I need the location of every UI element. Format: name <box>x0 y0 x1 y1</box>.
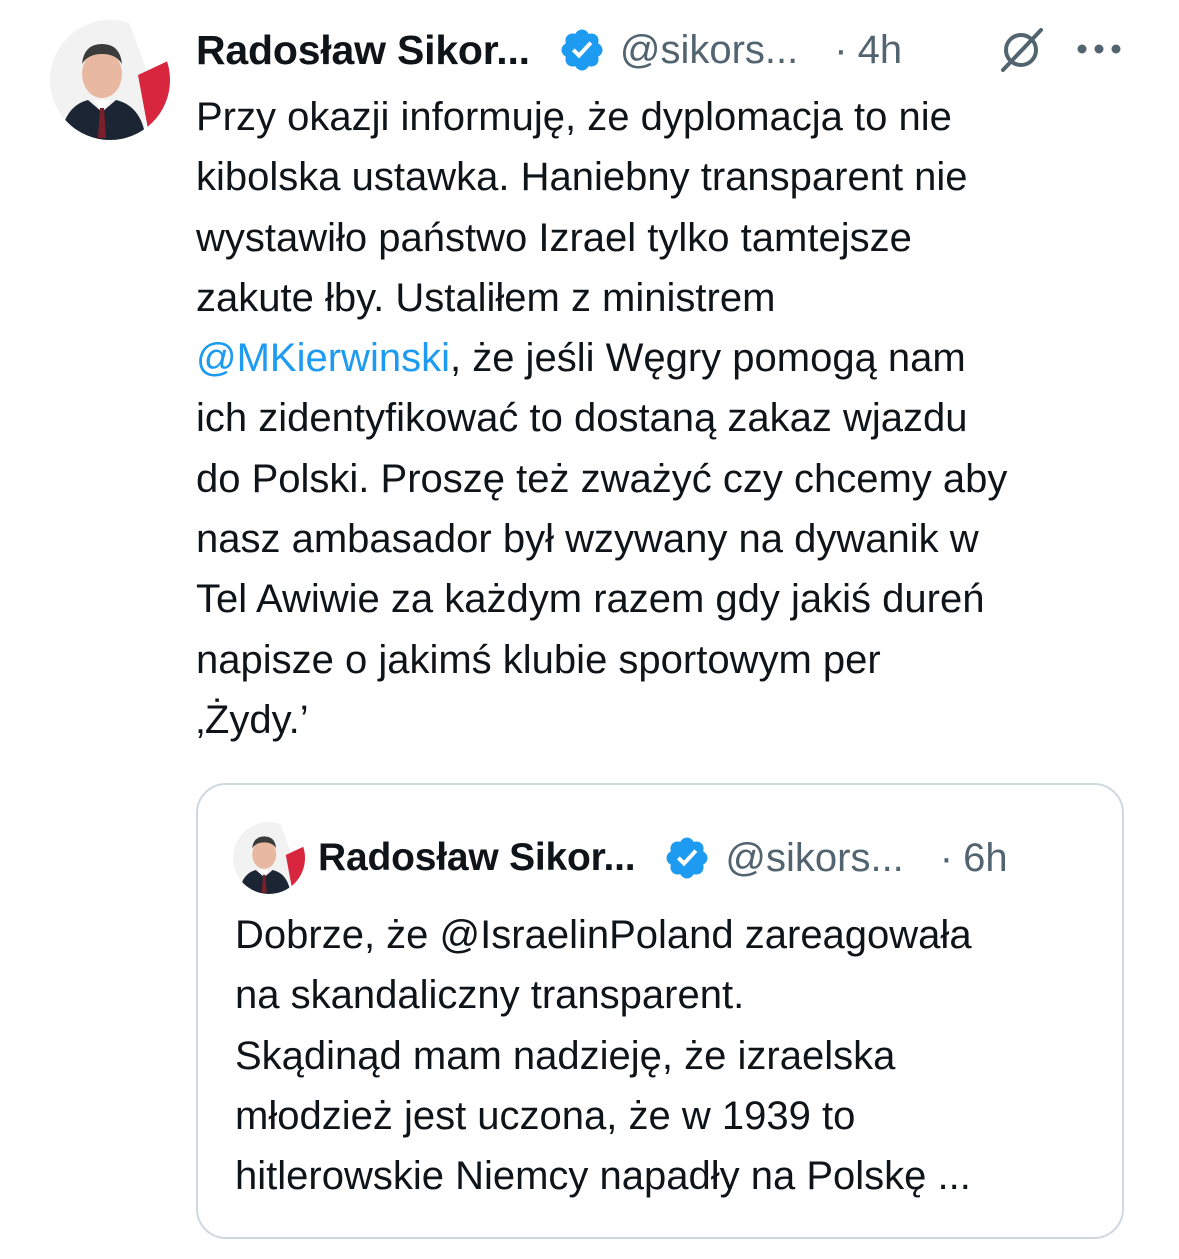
author-handle[interactable]: @sikors... <box>620 28 798 73</box>
tweet-text-line: Tel Awiwie za każdym razem gdy jakiś dur… <box>196 577 985 622</box>
tweet-text-line: zakute łby. Ustaliłem z ministrem <box>196 275 776 320</box>
tweet-text-line: ich zidentyfikować to dostaną zakaz wjaz… <box>196 396 968 441</box>
quoted-tweet-text: Dobrze, że @IsraelinPoland zareagowała n… <box>235 905 1115 1206</box>
tweet-text-line: Przy okazji informuję, że dyplomacja to … <box>196 95 952 139</box>
quoted-author-handle: @sikors... <box>725 835 904 880</box>
tweet-text-line: napisze o jakimś klubie sportowym per <box>196 637 881 682</box>
avatar-image <box>50 20 170 140</box>
grok-icon[interactable] <box>995 24 1047 76</box>
mention-link[interactable]: @MKierwinski <box>196 336 450 380</box>
avatar-image <box>233 822 305 894</box>
tweet-text-line: do Polski. Proszę też zważyć czy chcemy … <box>196 456 1008 501</box>
author-display-name[interactable]: Radosław Sikor... <box>196 27 530 74</box>
quoted-text-line: Skądinąd mam nadzieję, że izraelska <box>235 1033 896 1078</box>
quoted-tweet-timestamp: 6h <box>963 835 1008 880</box>
tweet-timestamp[interactable]: 4h <box>858 28 903 73</box>
quoted-author-avatar[interactable] <box>233 822 305 894</box>
quoted-text-line: na skandaliczny transparent. <box>235 973 745 1018</box>
quoted-author-display-name: Radosław Sikor... <box>318 836 636 879</box>
tweet-text-fragment: , że jeśli Węgry pomogą nam <box>449 336 966 381</box>
quoted-text-line: Dobrze, że @IsraelinPoland zareagowała <box>235 913 972 957</box>
quoted-tweet-header: Radosław Sikor... @sikors... · 6h <box>318 828 1098 888</box>
tweet-text-line: ‚Żydy.’ <box>196 697 309 742</box>
tweet-text-line: kibolska ustawka. Haniebny transparent n… <box>196 155 968 200</box>
time-separator: · <box>834 27 848 72</box>
quoted-text-line: hitlerowskie Niemcy napadły na Polskę ..… <box>235 1154 971 1199</box>
tweet-text: Przy okazji informuję, że dyplomacja to … <box>196 87 1146 750</box>
tweet-text-line-with-mention: @MKierwinski, że jeśli Węgry pomogą nam <box>196 328 1146 388</box>
author-avatar[interactable] <box>50 20 170 140</box>
verified-badge-icon <box>663 834 711 882</box>
time-separator: · <box>939 835 954 880</box>
tweet-text-line: wystawiło państwo Izrael tylko tamtejsze <box>196 215 912 260</box>
verified-badge-icon[interactable] <box>558 26 606 74</box>
tweet-text-line: nasz ambasador był wzywany na dywanik w <box>196 517 979 562</box>
more-options-icon[interactable] <box>1074 38 1124 60</box>
quoted-text-line: młodzież jest uczona, że w 1939 to <box>235 1093 856 1138</box>
